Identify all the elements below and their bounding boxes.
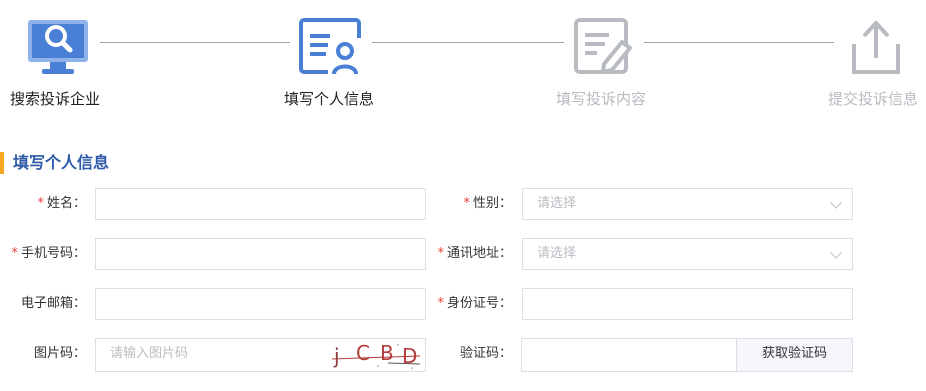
- id-number-input[interactable]: [522, 288, 853, 320]
- phone-label: * 手机号码：: [11, 246, 86, 261]
- email-label: 电子邮箱：: [20, 296, 86, 311]
- address-label: * 通讯地址：: [437, 246, 512, 261]
- profile-form-icon: [298, 14, 364, 80]
- get-sms-code-button[interactable]: 获取验证码: [736, 339, 852, 371]
- required-mark: *: [463, 196, 470, 211]
- monitor-search-icon: [26, 14, 90, 80]
- step-connector: [372, 42, 564, 43]
- gender-label: * 性别：: [463, 196, 512, 211]
- chevron-down-icon: [830, 247, 842, 259]
- required-mark: *: [37, 196, 44, 211]
- step-connector: [644, 42, 834, 43]
- captcha-image[interactable]: j C B D: [328, 339, 424, 371]
- address-placeholder: 请选择: [537, 246, 577, 261]
- gender-select[interactable]: 请选择: [522, 188, 853, 220]
- chevron-down-icon: [830, 197, 842, 209]
- edit-document-icon: [572, 14, 634, 80]
- name-input[interactable]: [95, 188, 426, 220]
- section-title: 填写个人信息: [0, 152, 109, 174]
- step-connector: [100, 42, 290, 43]
- step-label: 搜索投诉企业: [10, 90, 101, 108]
- gender-placeholder: 请选择: [537, 196, 577, 211]
- required-mark: *: [437, 246, 444, 261]
- id-number-label: * 身份证号：: [437, 296, 512, 311]
- step-label: 填写投诉内容: [556, 90, 647, 108]
- sms-code-label: 验证码：: [459, 346, 512, 361]
- required-mark: *: [437, 296, 444, 311]
- image-code-placeholder: 请输入图片码: [110, 346, 189, 361]
- required-mark: *: [11, 246, 18, 261]
- name-label: * 姓名：: [37, 196, 86, 211]
- address-select[interactable]: 请选择: [522, 238, 853, 270]
- captcha-text: j: [333, 344, 340, 368]
- image-code-label: 图片码：: [33, 346, 86, 361]
- svg-text:D: D: [402, 344, 417, 368]
- step-label: 提交投诉信息: [828, 90, 919, 108]
- upload-icon: [848, 14, 904, 80]
- email-input[interactable]: [95, 288, 426, 320]
- step-label: 填写个人信息: [284, 90, 375, 108]
- svg-text:B: B: [380, 341, 394, 365]
- phone-input[interactable]: [95, 238, 426, 270]
- progress-stepper: 搜索投诉企业 填写个人信息 填写投诉内容 提交投诉信息: [0, 0, 926, 120]
- svg-text:C: C: [356, 341, 370, 365]
